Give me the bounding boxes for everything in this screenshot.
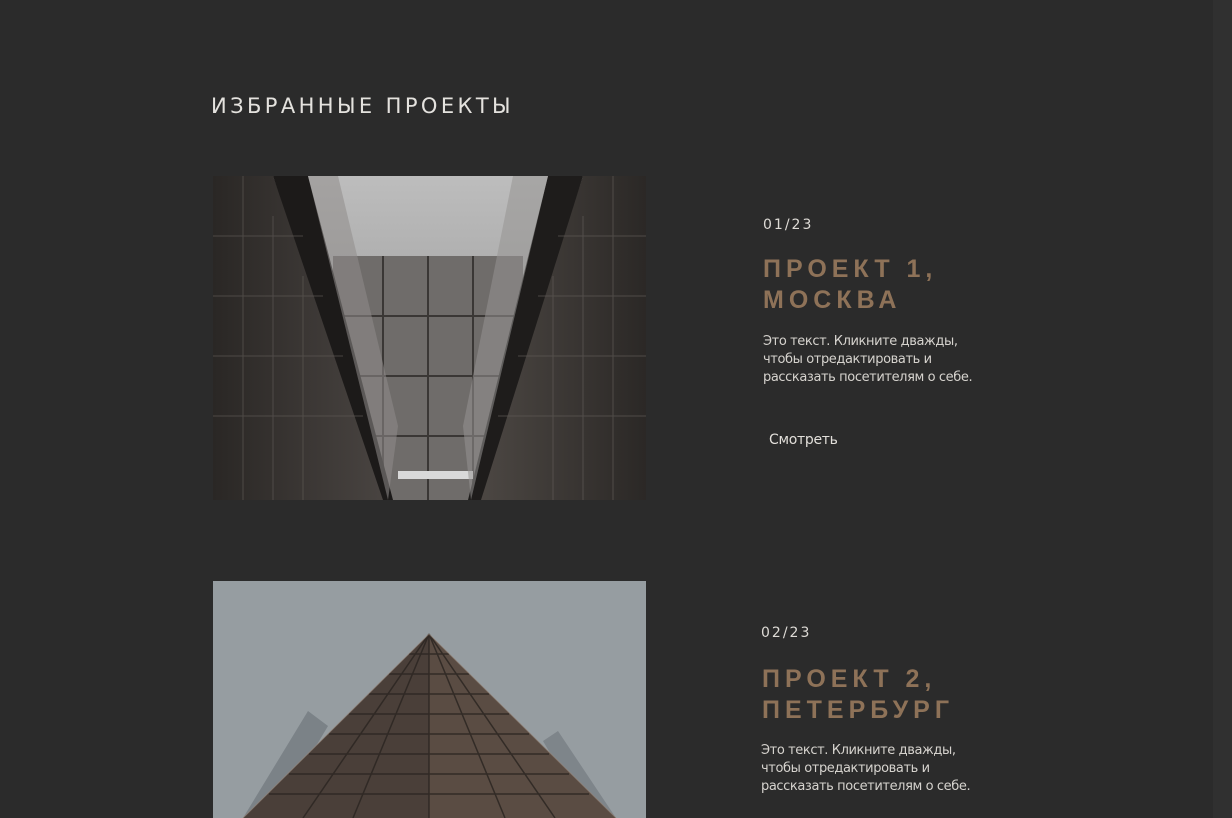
project-1-counter: 01/23 xyxy=(763,217,814,233)
project-2-counter: 02/23 xyxy=(761,625,812,641)
project-2-title-line-2: ПЕТЕРБУРГ xyxy=(762,696,955,724)
project-1-title-line-1: ПРОЕКТ 1, xyxy=(763,255,938,283)
page: ИЗБРАННЫЕ ПРОЕКТЫ 01/23 ПРОЕКТ 1, МОСКВА… xyxy=(0,0,1232,818)
project-1-title: ПРОЕКТ 1, МОСКВА xyxy=(763,254,937,316)
glass-skyscrapers-photo xyxy=(213,176,646,500)
project-2-image[interactable] xyxy=(213,581,646,818)
project-1-image[interactable] xyxy=(213,176,646,500)
project-1-view-link[interactable]: Смотреть xyxy=(769,432,838,448)
project-1-description: Это текст. Кликните дважды, чтобы отреда… xyxy=(763,334,973,385)
section-title: ИЗБРАННЫЕ ПРОЕКТЫ xyxy=(211,94,514,118)
project-2-title: ПРОЕКТ 2, ПЕТЕРБУРГ xyxy=(762,664,954,726)
scrollbar-track[interactable] xyxy=(1213,0,1232,818)
project-1-title-line-2: МОСКВА xyxy=(763,286,902,314)
project-2-description: Это текст. Кликните дважды, чтобы отреда… xyxy=(761,743,971,794)
project-2-title-line-1: ПРОЕКТ 2, xyxy=(762,665,937,693)
building-corner-photo xyxy=(213,581,646,818)
